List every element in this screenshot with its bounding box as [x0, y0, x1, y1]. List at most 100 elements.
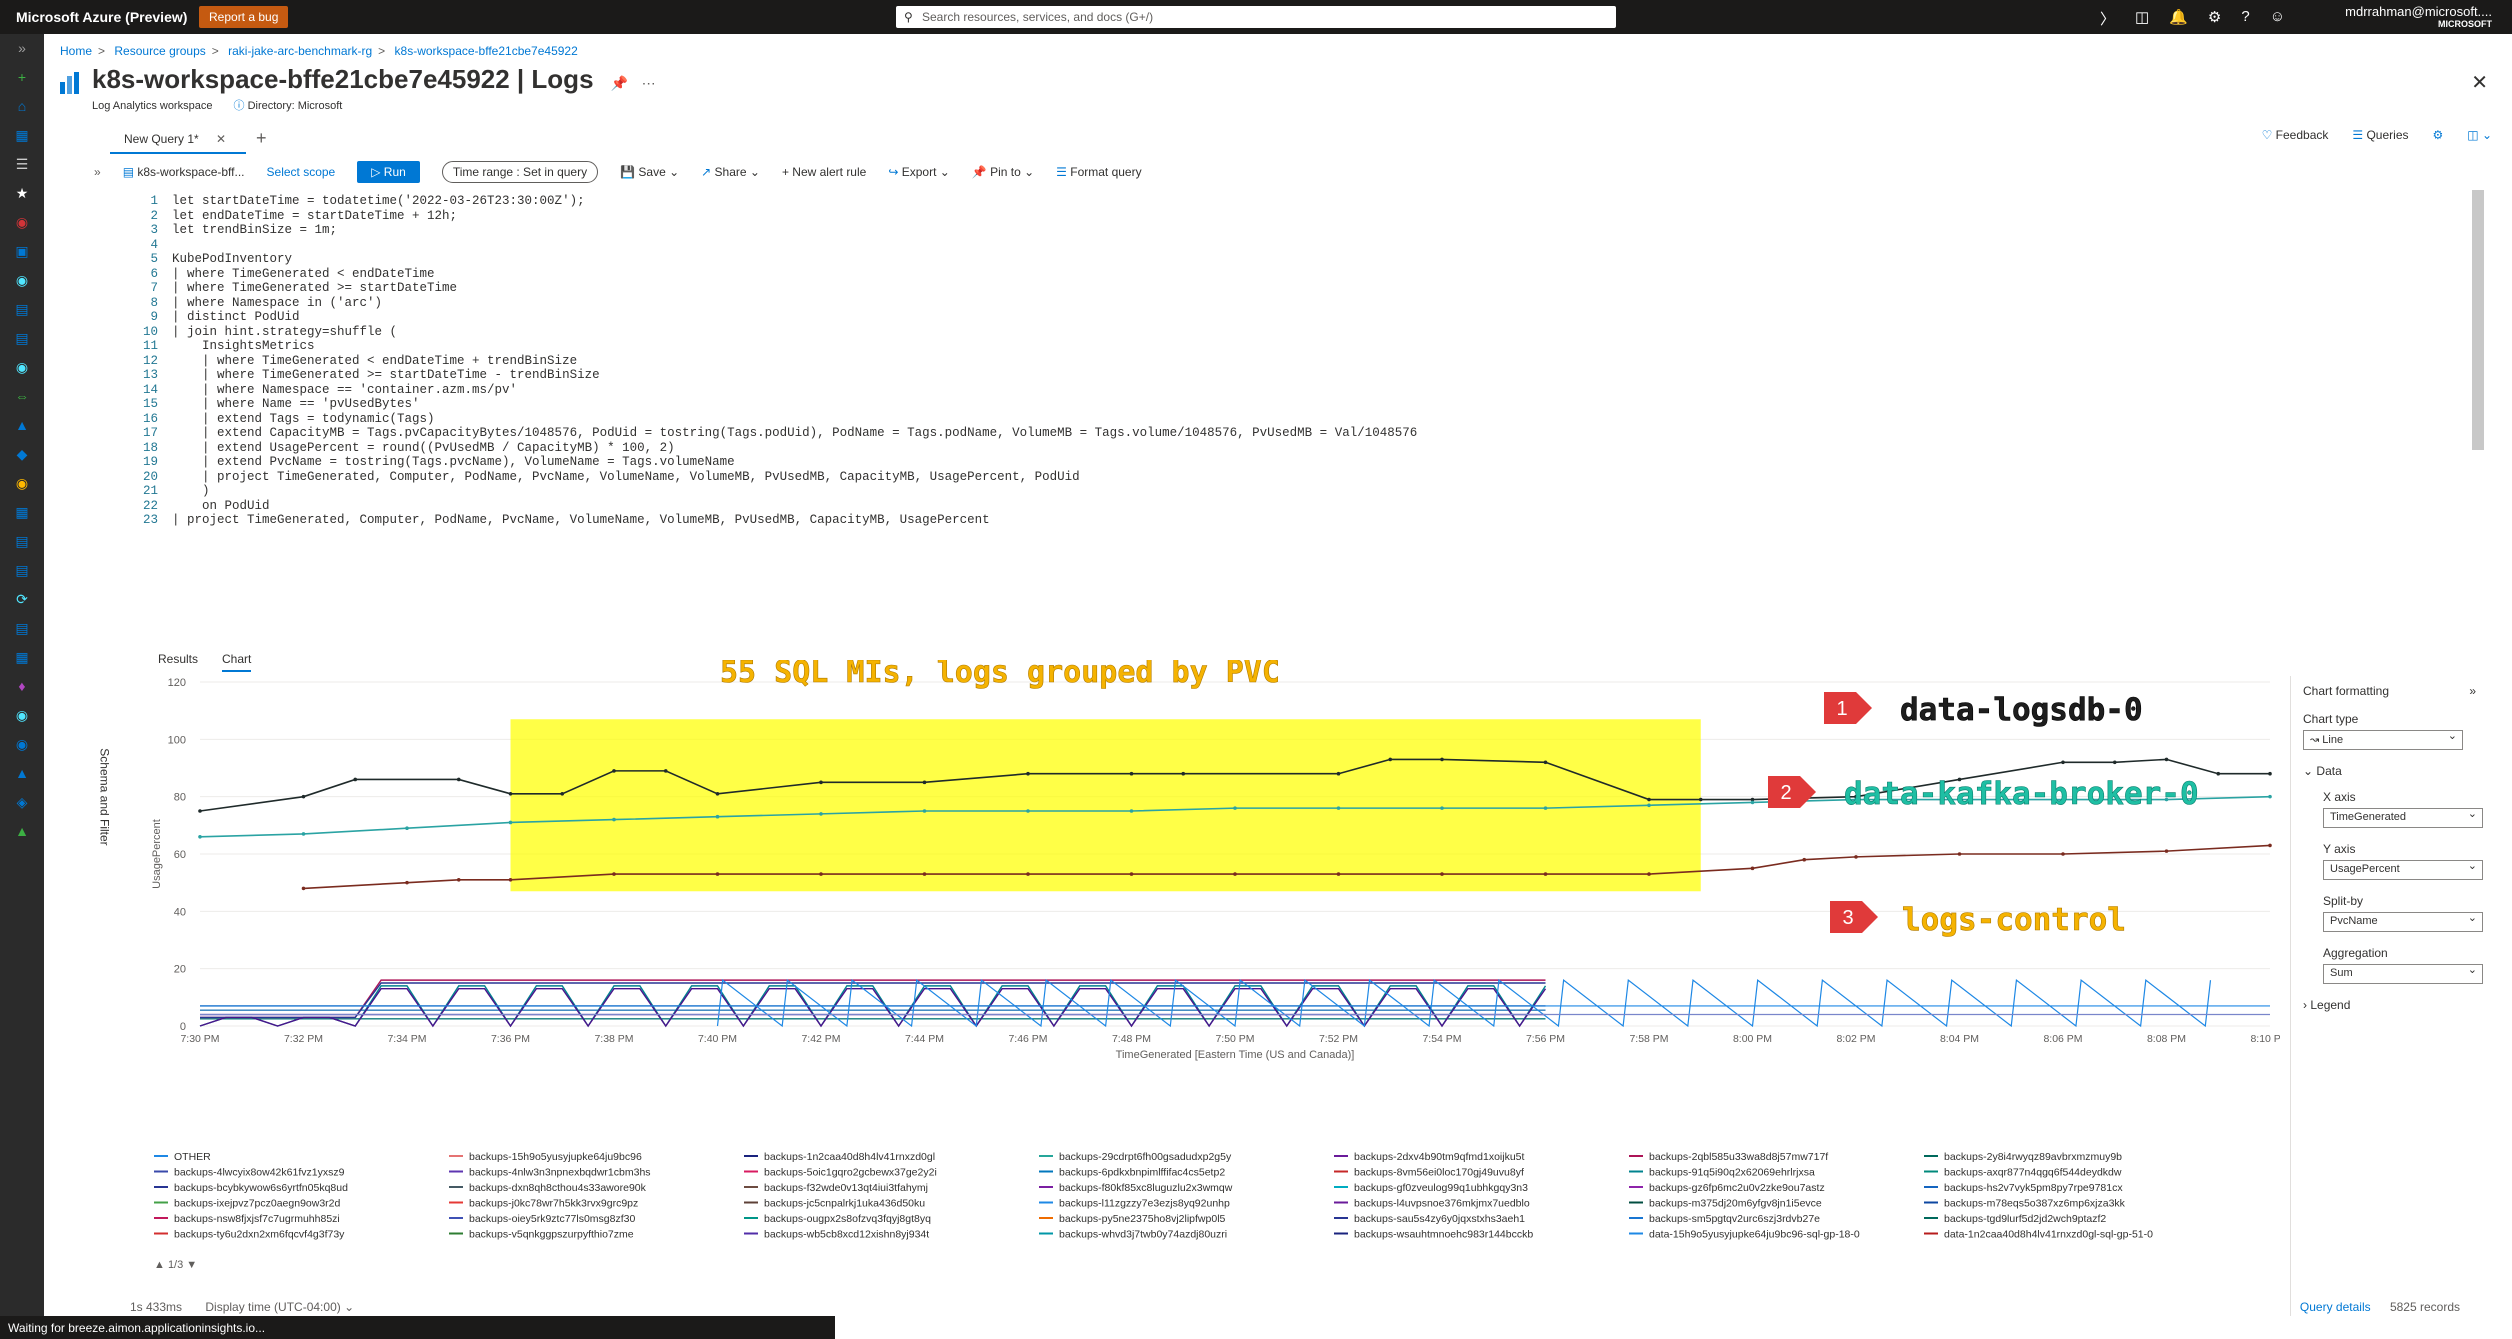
app-services-icon[interactable]: ◉ — [0, 266, 44, 295]
code-line[interactable]: | project TimeGenerated, Computer, PodNa… — [172, 470, 1080, 485]
new-tab-button[interactable]: + — [256, 128, 267, 149]
legend-item[interactable]: backups-6pdkxbnpimlffifac4cs5etp2 — [1059, 1167, 1225, 1179]
legend-item[interactable]: backups-4nlw3n3npnexbqdwr1cbm3hs — [469, 1167, 651, 1179]
legend-item[interactable]: backups-dxn8qh8cthou4s33awore90k — [469, 1182, 647, 1194]
dashboard-icon[interactable]: ▦ — [0, 121, 44, 150]
legend-item[interactable]: backups-hs2v7vyk5pm8py7rpe9781cx — [1944, 1182, 2123, 1194]
data-section-toggle[interactable]: ⌄ Data — [2303, 764, 2486, 778]
share-button[interactable]: ↗ Share ⌄ — [701, 165, 760, 179]
legend-item[interactable]: backups-gf0zveulog99q1ubhkgqy3n3 — [1354, 1182, 1528, 1194]
queries-link[interactable]: ☰ Queries — [2352, 128, 2408, 142]
legend-item[interactable]: backups-j0kc78wr7h5kk3rvx9grc9pz — [469, 1198, 638, 1210]
all-services-icon[interactable]: ☰ — [0, 150, 44, 179]
global-search-input[interactable]: ⚲ Search resources, services, and docs (… — [896, 6, 1616, 28]
legend-item[interactable]: backups-f80kf85xc8luguzlu2x3wmqw — [1059, 1182, 1233, 1194]
code-line[interactable]: | where TimeGenerated < endDateTime + tr… — [172, 354, 577, 369]
code-line[interactable]: | where TimeGenerated < endDateTime — [172, 267, 435, 282]
legend-item[interactable]: backups-ixejpvz7pcz0aegn9ow3r2d — [174, 1198, 341, 1210]
legend-item[interactable]: backups-f32wde0v13qt4iui3tfahymj — [764, 1182, 928, 1194]
legend-pager[interactable]: ▲ 1/3 ▼ — [154, 1259, 197, 1271]
legend-item[interactable]: backups-l11zgzzy7e3ezjs8yq92unhp — [1059, 1198, 1230, 1210]
legend-item[interactable]: backups-bcybkywow6s6yrtfn05kq8ud — [174, 1182, 348, 1194]
code-line[interactable]: on PodUid — [172, 499, 270, 514]
editor-scrollbar[interactable] — [2472, 190, 2484, 450]
legend-item[interactable]: backups-tgd9lurf5d2jd2wch9ptazf2 — [1944, 1213, 2106, 1225]
legend-item[interactable]: backups-m78eqs5o387xz6mp6xjza3kk — [1944, 1198, 2126, 1210]
code-line[interactable]: | where TimeGenerated >= startDateTime — [172, 281, 457, 296]
export-button[interactable]: ↪ Export ⌄ — [888, 165, 949, 179]
directory-icon[interactable]: ◫ — [2135, 8, 2149, 29]
y-axis-select[interactable]: UsagePercent — [2323, 859, 2483, 880]
legend-item[interactable]: backups-1n2caa40d8h4lv41rnxzd0gl — [764, 1151, 935, 1163]
storage-icon[interactable]: ▤ — [0, 324, 44, 353]
security-icon[interactable]: ◈ — [0, 788, 44, 817]
user-account[interactable]: mdrrahman@microsoft.... MICROSOFT — [2345, 4, 2492, 29]
legend-item[interactable]: backups-5oic1gqro2gcbewx37ge2y2i — [764, 1167, 937, 1179]
code-line[interactable]: ) — [172, 484, 210, 499]
expand-menu-icon[interactable]: » — [0, 34, 44, 63]
code-line[interactable]: InsightsMetrics — [172, 339, 315, 354]
legend-item[interactable]: backups-l4uvpsnoe376mkjmx7uedblo — [1354, 1198, 1530, 1210]
legend-item[interactable]: backups-2qbl585u33wa8d8j57mw717f — [1649, 1151, 1828, 1163]
sql-icon[interactable]: ◉ — [0, 208, 44, 237]
create-resource-icon[interactable]: + — [0, 63, 44, 92]
aggregation-select[interactable]: Sum — [2323, 963, 2483, 984]
kubernetes-icon[interactable]: ▦ — [0, 498, 44, 527]
close-icon[interactable]: ✕ — [2471, 70, 2488, 95]
query-editor[interactable]: 1 let startDateTime = todatetime('2022-03… — [124, 190, 2484, 640]
chart-type-select[interactable]: ↝ Line — [2303, 729, 2463, 750]
code-line[interactable]: | extend Tags = todynamic(Tags) — [172, 412, 435, 427]
legend-item[interactable]: OTHER — [174, 1151, 211, 1163]
legend-item[interactable]: backups-29cdrpt6fh00gsadudxp2g5y — [1059, 1151, 1232, 1163]
format-query-button[interactable]: ☰ Format query — [1056, 165, 1141, 179]
legend-item[interactable]: data-15h9o5yusyjupke64ju9bc96-sql-gp-18-… — [1649, 1229, 1860, 1241]
feedback-link[interactable]: ♡ Feedback — [2262, 128, 2329, 142]
eye-icon[interactable]: ◉ — [0, 730, 44, 759]
legend-item[interactable]: backups-2y8i4rwyqz89avbrxmzmuy9b — [1944, 1151, 2122, 1163]
time-range-button[interactable]: Time range : Set in query — [441, 161, 599, 183]
collapse-panel-icon[interactable]: » — [2469, 684, 2476, 698]
vm-icon[interactable]: ▤ — [0, 295, 44, 324]
monitor-icon[interactable]: ▲ — [0, 411, 44, 440]
devops-icon[interactable]: ▲ — [0, 759, 44, 788]
code-line[interactable]: | extend PvcName = tostring(Tags.pvcName… — [172, 455, 735, 470]
cluster-icon[interactable]: ♦ — [0, 672, 44, 701]
breadcrumb-home[interactable]: Home — [60, 44, 92, 58]
favorites-icon[interactable]: ★ — [0, 179, 44, 208]
resource-groups-icon[interactable]: ▣ — [0, 237, 44, 266]
legend-item[interactable]: backups-4lwcyix8ow42k61fvz1yxsz9 — [174, 1167, 345, 1179]
code-line[interactable]: | where Name == 'pvUsedBytes' — [172, 397, 420, 412]
functions-icon[interactable]: ⇔ — [0, 382, 44, 411]
pin-icon[interactable]: 📌 — [611, 75, 628, 91]
legend-item[interactable]: backups-sau5s4zy6y0jqxstxhs3aeh1 — [1354, 1213, 1525, 1225]
legend-item[interactable]: backups-py5ne2375ho8vj2lipfwp0l5 — [1059, 1213, 1226, 1225]
legend-item[interactable]: data-1n2caa40d8h4lv41rnxzd0gl-sql-gp-51-… — [1944, 1229, 2153, 1241]
legend-item[interactable]: backups-2dxv4b90tm9qfmd1xoijku5t — [1354, 1151, 1525, 1163]
legend-item[interactable]: backups-15h9o5yusyjupke64ju9bc96 — [469, 1151, 642, 1163]
cloud-shell-icon[interactable]: 〉 — [2100, 8, 2115, 29]
breadcrumb-rg[interactable]: raki-jake-arc-benchmark-rg — [228, 44, 372, 58]
save-button[interactable]: 💾 Save ⌄ — [620, 165, 679, 179]
log-analytics-icon[interactable]: ▤ — [0, 614, 44, 643]
legend-item[interactable]: backups-oiey5rk9ztc77ls0msg8zf30 — [469, 1213, 635, 1225]
settings-icon[interactable]: ⚙ — [2433, 128, 2444, 142]
legend-item[interactable]: backups-91q5i90q2x62069ehrlrjxsa — [1649, 1167, 1815, 1179]
feedback-icon[interactable]: ☺ — [2270, 8, 2285, 29]
code-line[interactable]: | project TimeGenerated, Computer, PodNa… — [172, 513, 990, 528]
scope-name[interactable]: ▤ k8s-workspace-bff... — [123, 165, 245, 179]
legend-item[interactable]: backups-v5qnkggpszurpyfthio7zme — [469, 1229, 634, 1241]
portal-brand[interactable]: Microsoft Azure (Preview) — [16, 9, 187, 25]
code-line[interactable]: let trendBinSize = 1m; — [172, 223, 337, 238]
container-icon[interactable]: ▦ — [0, 643, 44, 672]
database-icon[interactable]: ▤ — [0, 556, 44, 585]
advisor-icon[interactable]: ◆ — [0, 440, 44, 469]
layout-icon[interactable]: ◫ ⌄ — [2467, 128, 2492, 142]
policy-icon[interactable]: ◉ — [0, 469, 44, 498]
legend-item[interactable]: backups-ougpx2s8ofzvq3fqyj8gt8yq — [764, 1213, 931, 1225]
bell-icon[interactable]: 🔔 — [2169, 8, 2188, 29]
code-line[interactable]: let startDateTime = todatetime('2022-03-… — [172, 194, 585, 209]
gear-icon[interactable]: ⚙ — [2208, 8, 2221, 29]
sql-server-icon[interactable]: ▤ — [0, 527, 44, 556]
tab-new-query-1[interactable]: New Query 1* ✕ — [110, 124, 246, 154]
tab-close-icon[interactable]: ✕ — [216, 132, 226, 146]
